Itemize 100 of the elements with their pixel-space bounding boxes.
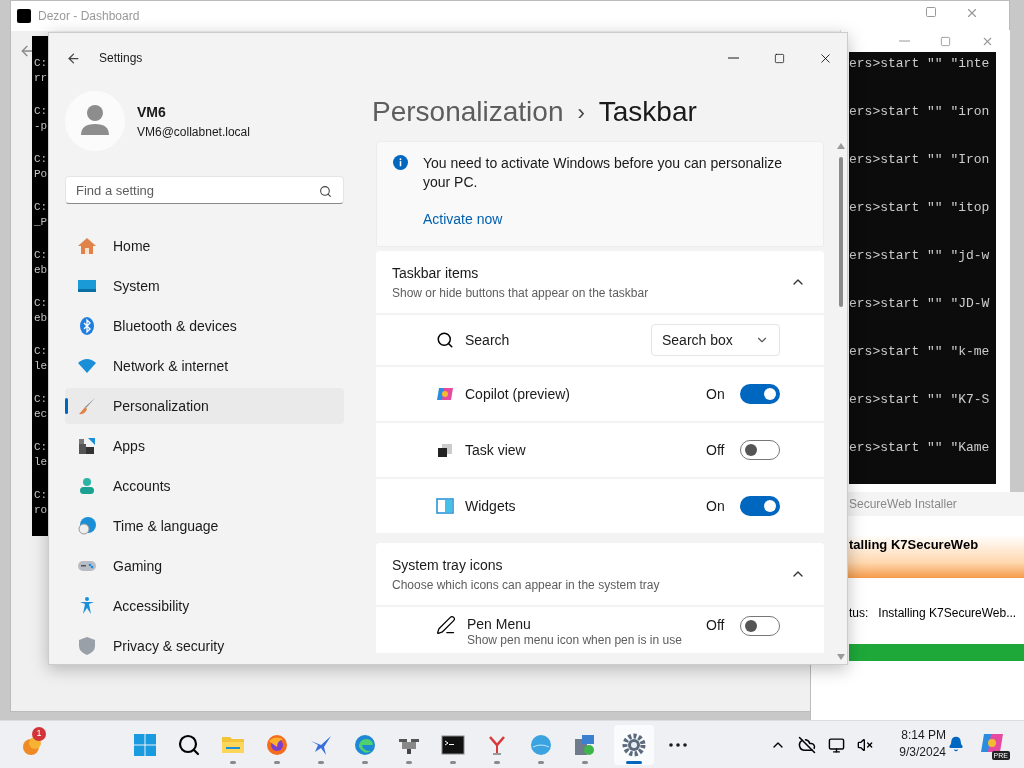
start-icon — [133, 733, 157, 757]
avatar — [65, 91, 125, 151]
console-line: C: — [34, 440, 48, 455]
console-line: ers>start "" "inte — [849, 56, 990, 71]
copilot-icon — [436, 385, 454, 403]
nav-item[interactable]: Apps — [65, 428, 344, 464]
house-icon — [77, 236, 97, 256]
section-header[interactable]: System tray icons Choose which icons can appear in the system tray — [376, 543, 824, 605]
nav-item[interactable]: Accounts — [65, 468, 344, 504]
console-line: eb — [34, 311, 48, 326]
toggle-state: On — [706, 496, 726, 516]
console-line: _P — [34, 215, 48, 230]
console-line: ers>start "" "k-me — [849, 344, 990, 359]
notice-text: You need to activate Windows before you can personalize your PC. — [423, 154, 784, 192]
section-header[interactable]: Taskbar items Show or hide buttons that appear on the taskbar — [376, 251, 824, 313]
pen-icon — [436, 615, 456, 635]
activate-link[interactable]: Activate now — [423, 209, 503, 230]
section-title: System tray icons — [392, 555, 504, 575]
console-line: ers>start "" "jd-w — [849, 248, 990, 263]
console-line: ers>start "" "itop — [849, 200, 990, 215]
nav-item[interactable]: Home — [65, 228, 344, 264]
breadcrumb-separator: › — [577, 98, 585, 127]
search-field[interactable]: Find a setting — [65, 176, 344, 204]
console-line: ers>start "" "iron — [849, 104, 990, 119]
console-line: Po — [34, 167, 48, 182]
console-line: ec — [34, 407, 48, 422]
console-line: ers>start "" "JD-W — [849, 296, 990, 311]
console-line: C: — [34, 344, 48, 359]
nav-item[interactable]: Time & language — [65, 508, 344, 544]
setting-description: Show pen menu icon when pen is in use — [467, 633, 683, 647]
maximize-icon — [925, 6, 937, 18]
search-dropdown[interactable]: Search box — [651, 324, 780, 356]
console-line: ers>start "" "K7-S — [849, 392, 990, 407]
search-icon — [436, 331, 454, 349]
section-title: Taskbar items — [392, 263, 480, 283]
computer-icon — [573, 733, 597, 757]
installer-heading: talling K7SecureWeb — [849, 537, 979, 552]
console-line: C: — [34, 104, 48, 119]
network-icon[interactable] — [828, 736, 845, 754]
nav-item[interactable]: Privacy & security — [65, 628, 344, 664]
console-line: ers>start "" "Iron — [849, 152, 990, 167]
cloud-off-icon[interactable] — [798, 736, 816, 754]
globe-clock-icon — [77, 516, 97, 536]
nav-item[interactable]: Accessibility — [65, 588, 344, 624]
settings-icon — [622, 733, 646, 757]
app-logo-icon — [17, 9, 31, 23]
apps-icon — [77, 436, 97, 456]
browser-icon — [353, 733, 377, 757]
toggle-state: Off — [706, 440, 726, 460]
notification-badge: 1 — [32, 727, 46, 741]
setting-label: Task view — [465, 441, 527, 459]
nav-item[interactable]: Bluetooth & devices — [65, 308, 344, 344]
more-icon — [669, 743, 687, 747]
user-email: VM6@collabnet.local — [137, 123, 250, 141]
toggle-switch[interactable] — [740, 496, 780, 516]
back-icon — [19, 43, 35, 59]
globe-icon — [529, 733, 553, 757]
console-line: C: — [34, 152, 48, 167]
breadcrumb-parent[interactable]: Personalization — [372, 91, 564, 133]
copilot-icon[interactable] — [980, 731, 1004, 755]
mute-icon[interactable] — [857, 737, 873, 753]
section-subtitle: Show or hide buttons that appear on the taskbar — [392, 284, 650, 302]
setting-label: Widgets — [465, 497, 517, 515]
search-icon — [177, 733, 201, 757]
person-icon — [77, 476, 97, 496]
console-line: -p — [34, 119, 48, 134]
console-line: eb — [34, 263, 48, 278]
console-line: ers>start "" "Kame — [849, 440, 990, 455]
bell-icon[interactable] — [948, 736, 964, 752]
widgets-icon — [436, 497, 454, 515]
nav-item[interactable]: Personalization — [65, 388, 344, 424]
nav-item[interactable]: Gaming — [65, 548, 344, 584]
setting-label: Copilot (preview) — [465, 385, 572, 403]
toggle-switch[interactable] — [740, 440, 780, 460]
setting-label: Pen Menu — [467, 615, 532, 633]
info-icon — [393, 155, 408, 170]
console-line: C: — [34, 296, 48, 311]
window-title: Settings — [99, 50, 143, 67]
setting-label: Search — [465, 331, 511, 349]
clock-date: 9/3/2024 — [899, 744, 946, 761]
nav-item[interactable]: Network & internet — [65, 348, 344, 384]
paintbrush-icon — [77, 396, 97, 416]
page-title: Taskbar — [598, 95, 697, 129]
console-line: ro — [34, 503, 48, 518]
toggle-switch[interactable] — [740, 615, 780, 636]
nav-item[interactable]: System — [65, 268, 344, 304]
terminal-icon — [441, 733, 465, 757]
maximize-icon — [773, 52, 785, 64]
toggle-switch[interactable] — [740, 384, 780, 404]
minimize-icon — [727, 57, 739, 59]
console-line: C: — [34, 248, 48, 263]
status-label: tus: — [849, 605, 869, 622]
search-icon — [319, 185, 332, 198]
task-view-icon — [436, 441, 454, 459]
console-line: C: — [34, 200, 48, 215]
clock-time: 8:14 PM — [901, 727, 946, 744]
clock[interactable]: 8:14 PM 9/3/2024 — [890, 727, 946, 761]
window-title: SecureWeb Installer — [849, 496, 957, 513]
maximize-icon — [940, 35, 951, 47]
console-line: C: — [34, 392, 48, 407]
